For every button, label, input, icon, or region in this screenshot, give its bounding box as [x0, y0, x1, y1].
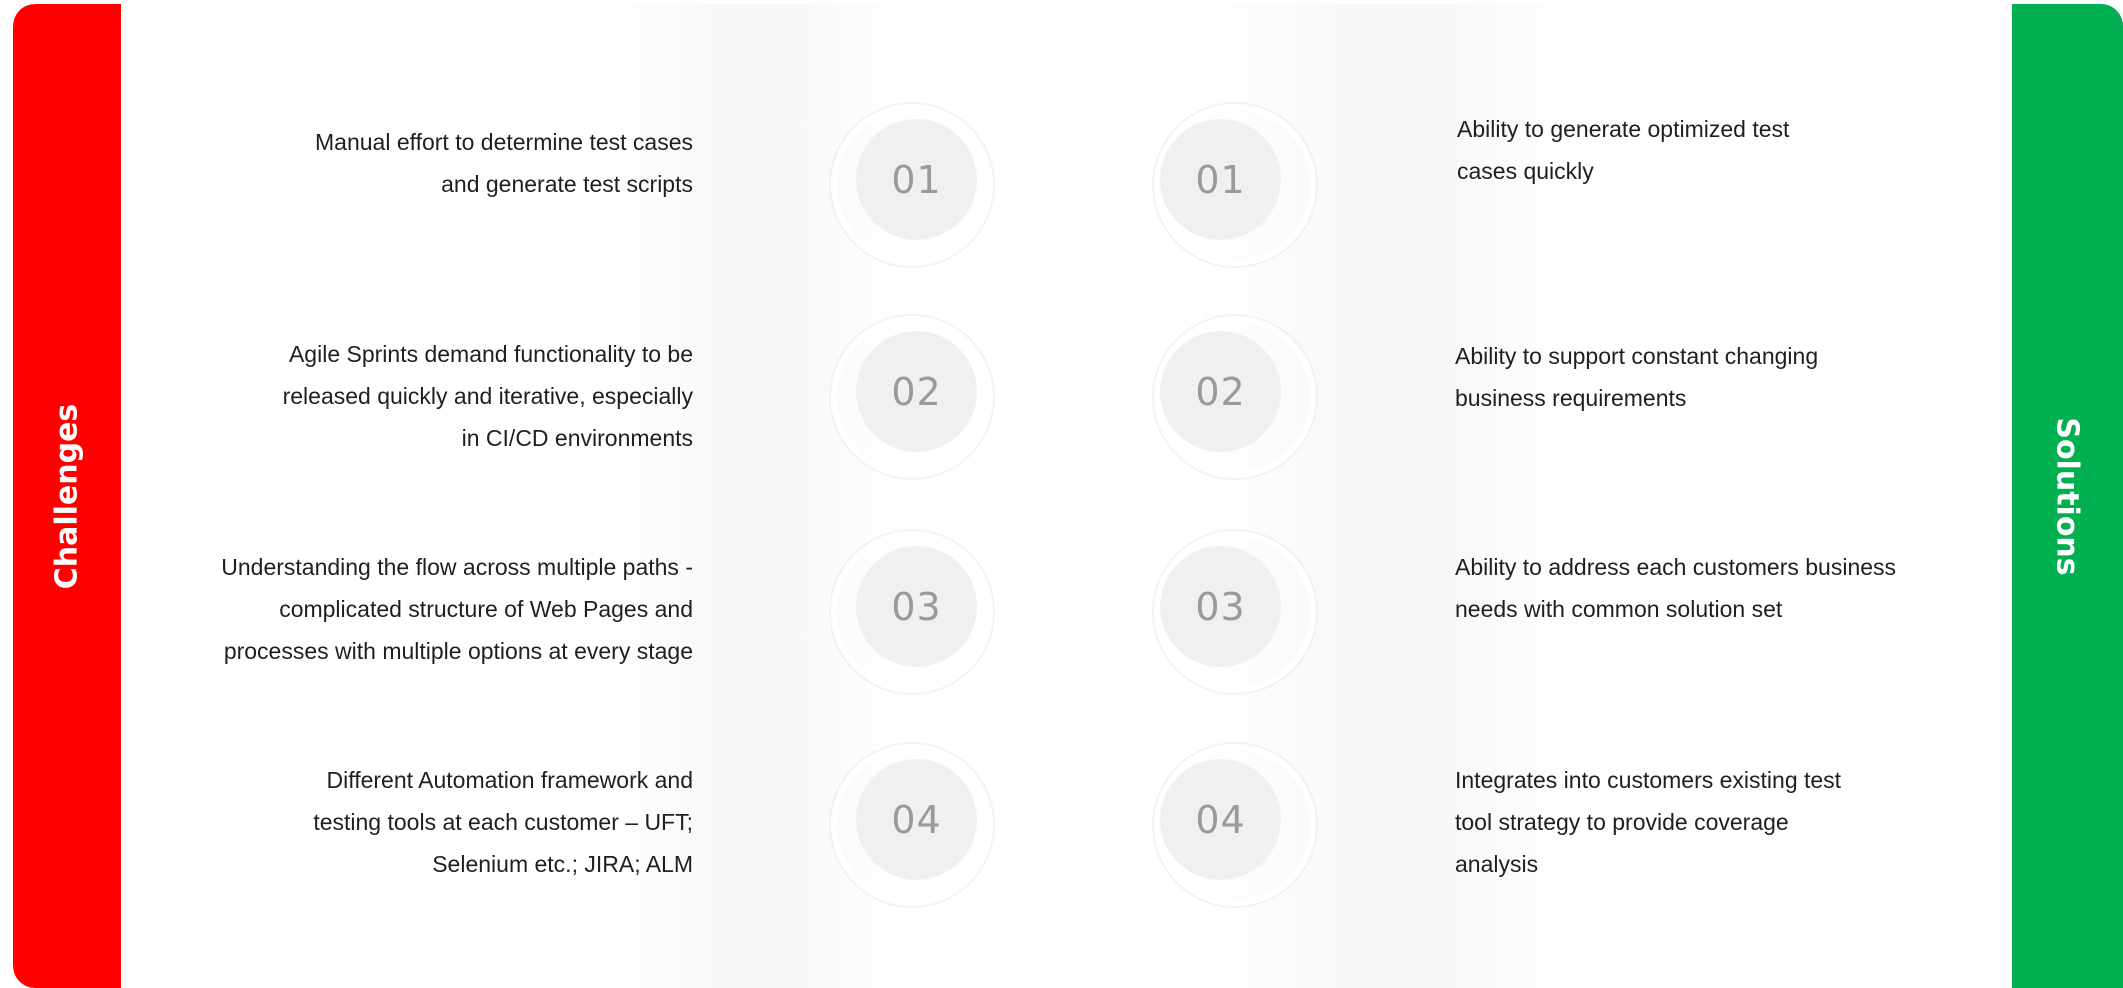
solution-4-line-1: Integrates into customers existing test: [1455, 767, 1842, 793]
solution-number-1: 01: [1160, 119, 1281, 240]
solution-2-line-1: Ability to support constant changing: [1455, 343, 1819, 369]
challenge-text-1: Manual effort to determine test cases an…: [315, 121, 693, 205]
solution-4-line-2: tool strategy to provide coverage: [1455, 809, 1789, 835]
solution-1-line-2: cases quickly: [1457, 158, 1594, 184]
solution-4-line-3: analysis: [1455, 851, 1539, 877]
challenge-2-line-3: in CI/CD environments: [461, 425, 693, 451]
challenge-4-line-1: Different Automation framework and: [326, 767, 693, 793]
solution-1-line-1: Ability to generate optimized test: [1457, 116, 1790, 142]
challenge-number-1: 01: [856, 119, 977, 240]
solution-number-2: 02: [1160, 331, 1281, 452]
solution-3-line-2: needs with common solution set: [1455, 596, 1783, 622]
challenge-3-line-2: complicated structure of Web Pages and: [279, 596, 693, 622]
challenges-band: Challenges: [13, 4, 121, 988]
challenge-1-line-2: and generate test scripts: [441, 171, 693, 197]
challenge-1-line-1: Manual effort to determine test cases: [315, 129, 693, 155]
challenge-text-2: Agile Sprints demand functionality to be…: [283, 333, 693, 459]
solution-text-2: Ability to support constant changing bus…: [1455, 335, 1818, 419]
solution-number-3: 03: [1160, 546, 1281, 667]
challenge-4-line-3: Selenium etc.; JIRA; ALM: [432, 851, 693, 877]
challenge-text-4: Different Automation framework and testi…: [313, 759, 693, 885]
solution-number-4: 04: [1160, 759, 1281, 880]
challenge-number-3: 03: [856, 546, 977, 667]
solution-text-1: Ability to generate optimized test cases…: [1457, 108, 1789, 192]
solution-2-line-2: business requirements: [1455, 385, 1687, 411]
challenge-2-line-1: Agile Sprints demand functionality to be: [288, 341, 693, 367]
challenge-3-line-3: processes with multiple options at every…: [223, 638, 693, 664]
challenges-header: Challenges: [49, 403, 85, 589]
solution-text-3: Ability to address each customers busine…: [1455, 546, 1896, 630]
challenge-2-line-2: released quickly and iterative, especial…: [282, 383, 693, 409]
solutions-header: Solutions: [2050, 416, 2085, 576]
solutions-band: Solutions: [2012, 4, 2123, 988]
challenge-number-2: 02: [856, 331, 977, 452]
challenge-3-line-1: Understanding the flow across multiple p…: [221, 554, 693, 580]
challenge-text-3: Understanding the flow across multiple p…: [221, 546, 693, 672]
solution-text-4: Integrates into customers existing test …: [1455, 759, 1841, 885]
diagram-frame: Challenges Solutions Manual effort to de…: [13, 4, 2123, 988]
solution-3-line-1: Ability to address each customers busine…: [1455, 554, 1897, 580]
challenge-4-line-2: testing tools at each customer – UFT;: [313, 809, 693, 835]
challenge-number-4: 04: [856, 759, 977, 880]
